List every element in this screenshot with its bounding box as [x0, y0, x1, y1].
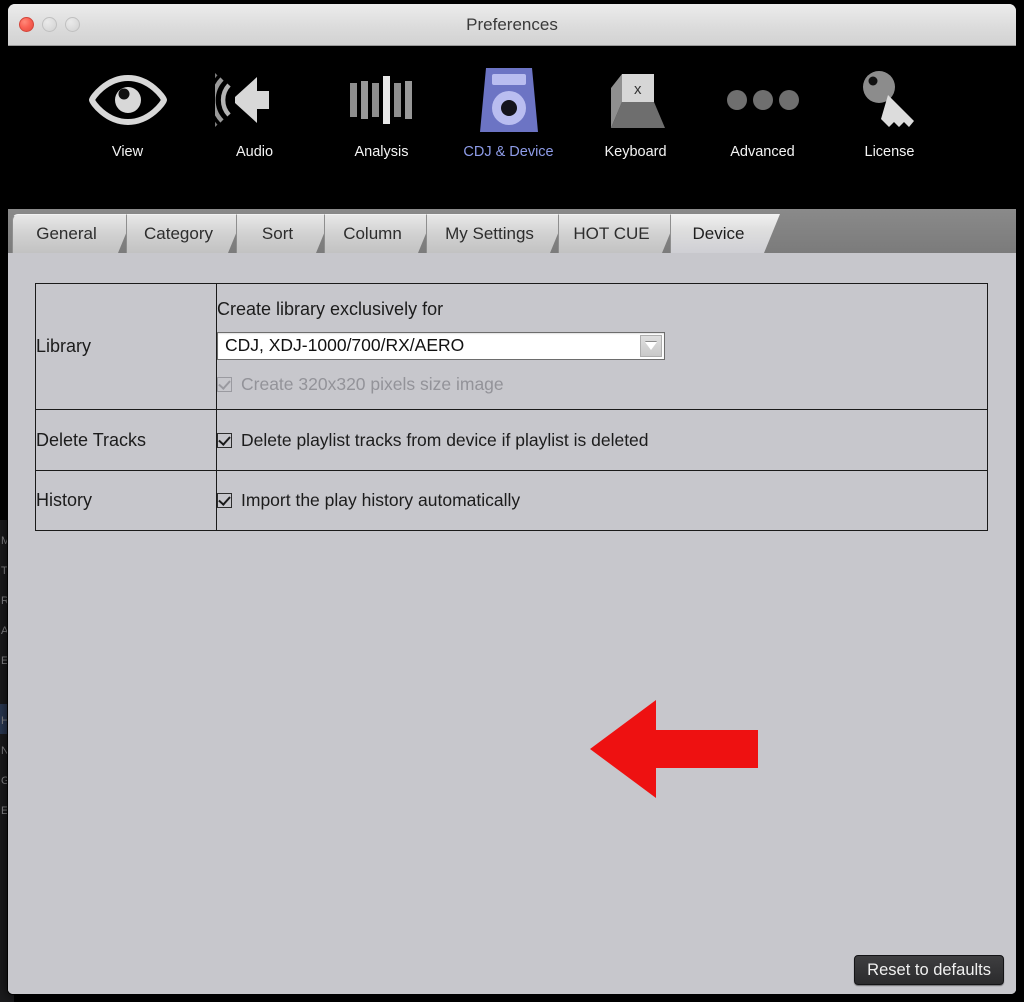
import-history-checkbox-label: Import the play history automatically	[241, 490, 521, 510]
row-content-history: Import the play history automatically	[216, 470, 988, 531]
close-window-button[interactable]	[19, 17, 34, 32]
toolbar-label: Keyboard	[604, 144, 667, 160]
preferences-toolbar: View Audio Analysis CDJ & Device x Keybo…	[8, 46, 1016, 209]
row-label-library: Library	[35, 283, 217, 410]
tab-label: Device	[692, 224, 745, 243]
tab-my-settings[interactable]: My Settings	[426, 214, 566, 253]
reset-to-defaults-button[interactable]: Reset to defaults	[854, 955, 1004, 985]
tab-sort[interactable]: Sort	[236, 214, 332, 253]
delete-playlist-tracks-checkbox[interactable]	[217, 432, 232, 448]
tab-category[interactable]: Category	[126, 214, 244, 253]
row-content-library: Create library exclusively for CDJ, XDJ-…	[216, 283, 988, 410]
toolbar-item-advanced[interactable]: Advanced	[699, 64, 826, 160]
eye-icon	[88, 64, 168, 136]
preferences-footer: Reset to defaults	[8, 951, 1016, 994]
device-settings-table: Library Create library exclusively for C…	[35, 283, 988, 531]
row-content-delete-tracks: Delete playlist tracks from device if pl…	[216, 409, 988, 471]
key-icon	[857, 64, 923, 136]
table-row-library: Library Create library exclusively for C…	[35, 283, 988, 410]
tab-label: Category	[144, 224, 213, 243]
toolbar-item-audio[interactable]: Audio	[191, 64, 318, 160]
create-image-checkbox[interactable]	[217, 376, 232, 392]
tab-general[interactable]: General	[12, 214, 134, 253]
toolbar-label: License	[864, 144, 915, 160]
tab-device[interactable]: Device	[670, 214, 780, 253]
tab-label: Sort	[261, 224, 294, 243]
delete-playlist-tracks-checkbox-row: Delete playlist tracks from device if pl…	[217, 430, 987, 451]
tab-label: General	[36, 224, 97, 243]
minimize-window-button[interactable]	[42, 17, 57, 32]
toolbar-label: Advanced	[730, 144, 795, 160]
table-row-delete-tracks: Delete Tracks Delete playlist tracks fro…	[35, 409, 988, 471]
window-title: Preferences	[466, 14, 558, 34]
tab-column[interactable]: Column	[324, 214, 434, 253]
keycap-x-icon: x	[604, 64, 668, 136]
create-image-checkbox-row: Create 320x320 pixels size image	[217, 374, 987, 395]
create-image-checkbox-label: Create 320x320 pixels size image	[241, 373, 504, 394]
cdj-icon	[478, 64, 540, 136]
preferences-window: Preferences View Audio Analysis CDJ & De…	[8, 4, 1016, 994]
import-history-checkbox-row: Import the play history automatically	[217, 490, 987, 511]
toolbar-label: CDJ & Device	[463, 144, 554, 160]
toolbar-item-license[interactable]: License	[826, 64, 953, 160]
waveform-icon	[346, 64, 418, 136]
library-device-select-value: CDJ, XDJ-1000/700/RX/AERO	[225, 335, 465, 355]
reset-to-defaults-label: Reset to defaults	[867, 960, 991, 979]
toolbar-item-cdj-device[interactable]: CDJ & Device	[445, 64, 572, 160]
library-field-title: Create library exclusively for	[217, 298, 444, 319]
delete-playlist-tracks-checkbox-label: Delete playlist tracks from device if pl…	[241, 429, 649, 450]
window-titlebar: Preferences	[8, 4, 1016, 46]
toolbar-item-analysis[interactable]: Analysis	[318, 64, 445, 160]
toolbar-label: Analysis	[354, 144, 409, 160]
table-row-history: History Import the play history automati…	[35, 470, 988, 531]
window-controls	[19, 4, 80, 45]
import-history-checkbox[interactable]	[217, 493, 232, 508]
toolbar-item-keyboard[interactable]: x Keyboard	[572, 64, 699, 160]
tab-label: HOT CUE	[573, 224, 650, 243]
row-label-delete-tracks: Delete Tracks	[35, 409, 217, 471]
chevron-down-icon[interactable]	[640, 334, 662, 357]
tab-hot-cue[interactable]: HOT CUE	[558, 214, 678, 253]
toolbar-label: Audio	[235, 144, 274, 160]
preferences-tabstrip: General Category Sort Column My Settings…	[8, 209, 1016, 253]
library-device-select[interactable]: CDJ, XDJ-1000/700/RX/AERO	[217, 331, 665, 360]
speaker-icon	[214, 64, 295, 136]
preferences-content-pane: Library Create library exclusively for C…	[8, 253, 1016, 994]
ellipsis-icon	[724, 64, 802, 136]
tab-label: My Settings	[445, 224, 534, 243]
toolbar-item-view[interactable]: View	[64, 64, 191, 160]
maximize-window-button[interactable]	[65, 17, 80, 32]
svg-text:x: x	[634, 81, 642, 98]
toolbar-label: View	[111, 144, 144, 160]
tab-label: Column	[343, 224, 402, 243]
red-pointer-arrow	[590, 700, 758, 798]
row-label-history: History	[35, 470, 217, 531]
